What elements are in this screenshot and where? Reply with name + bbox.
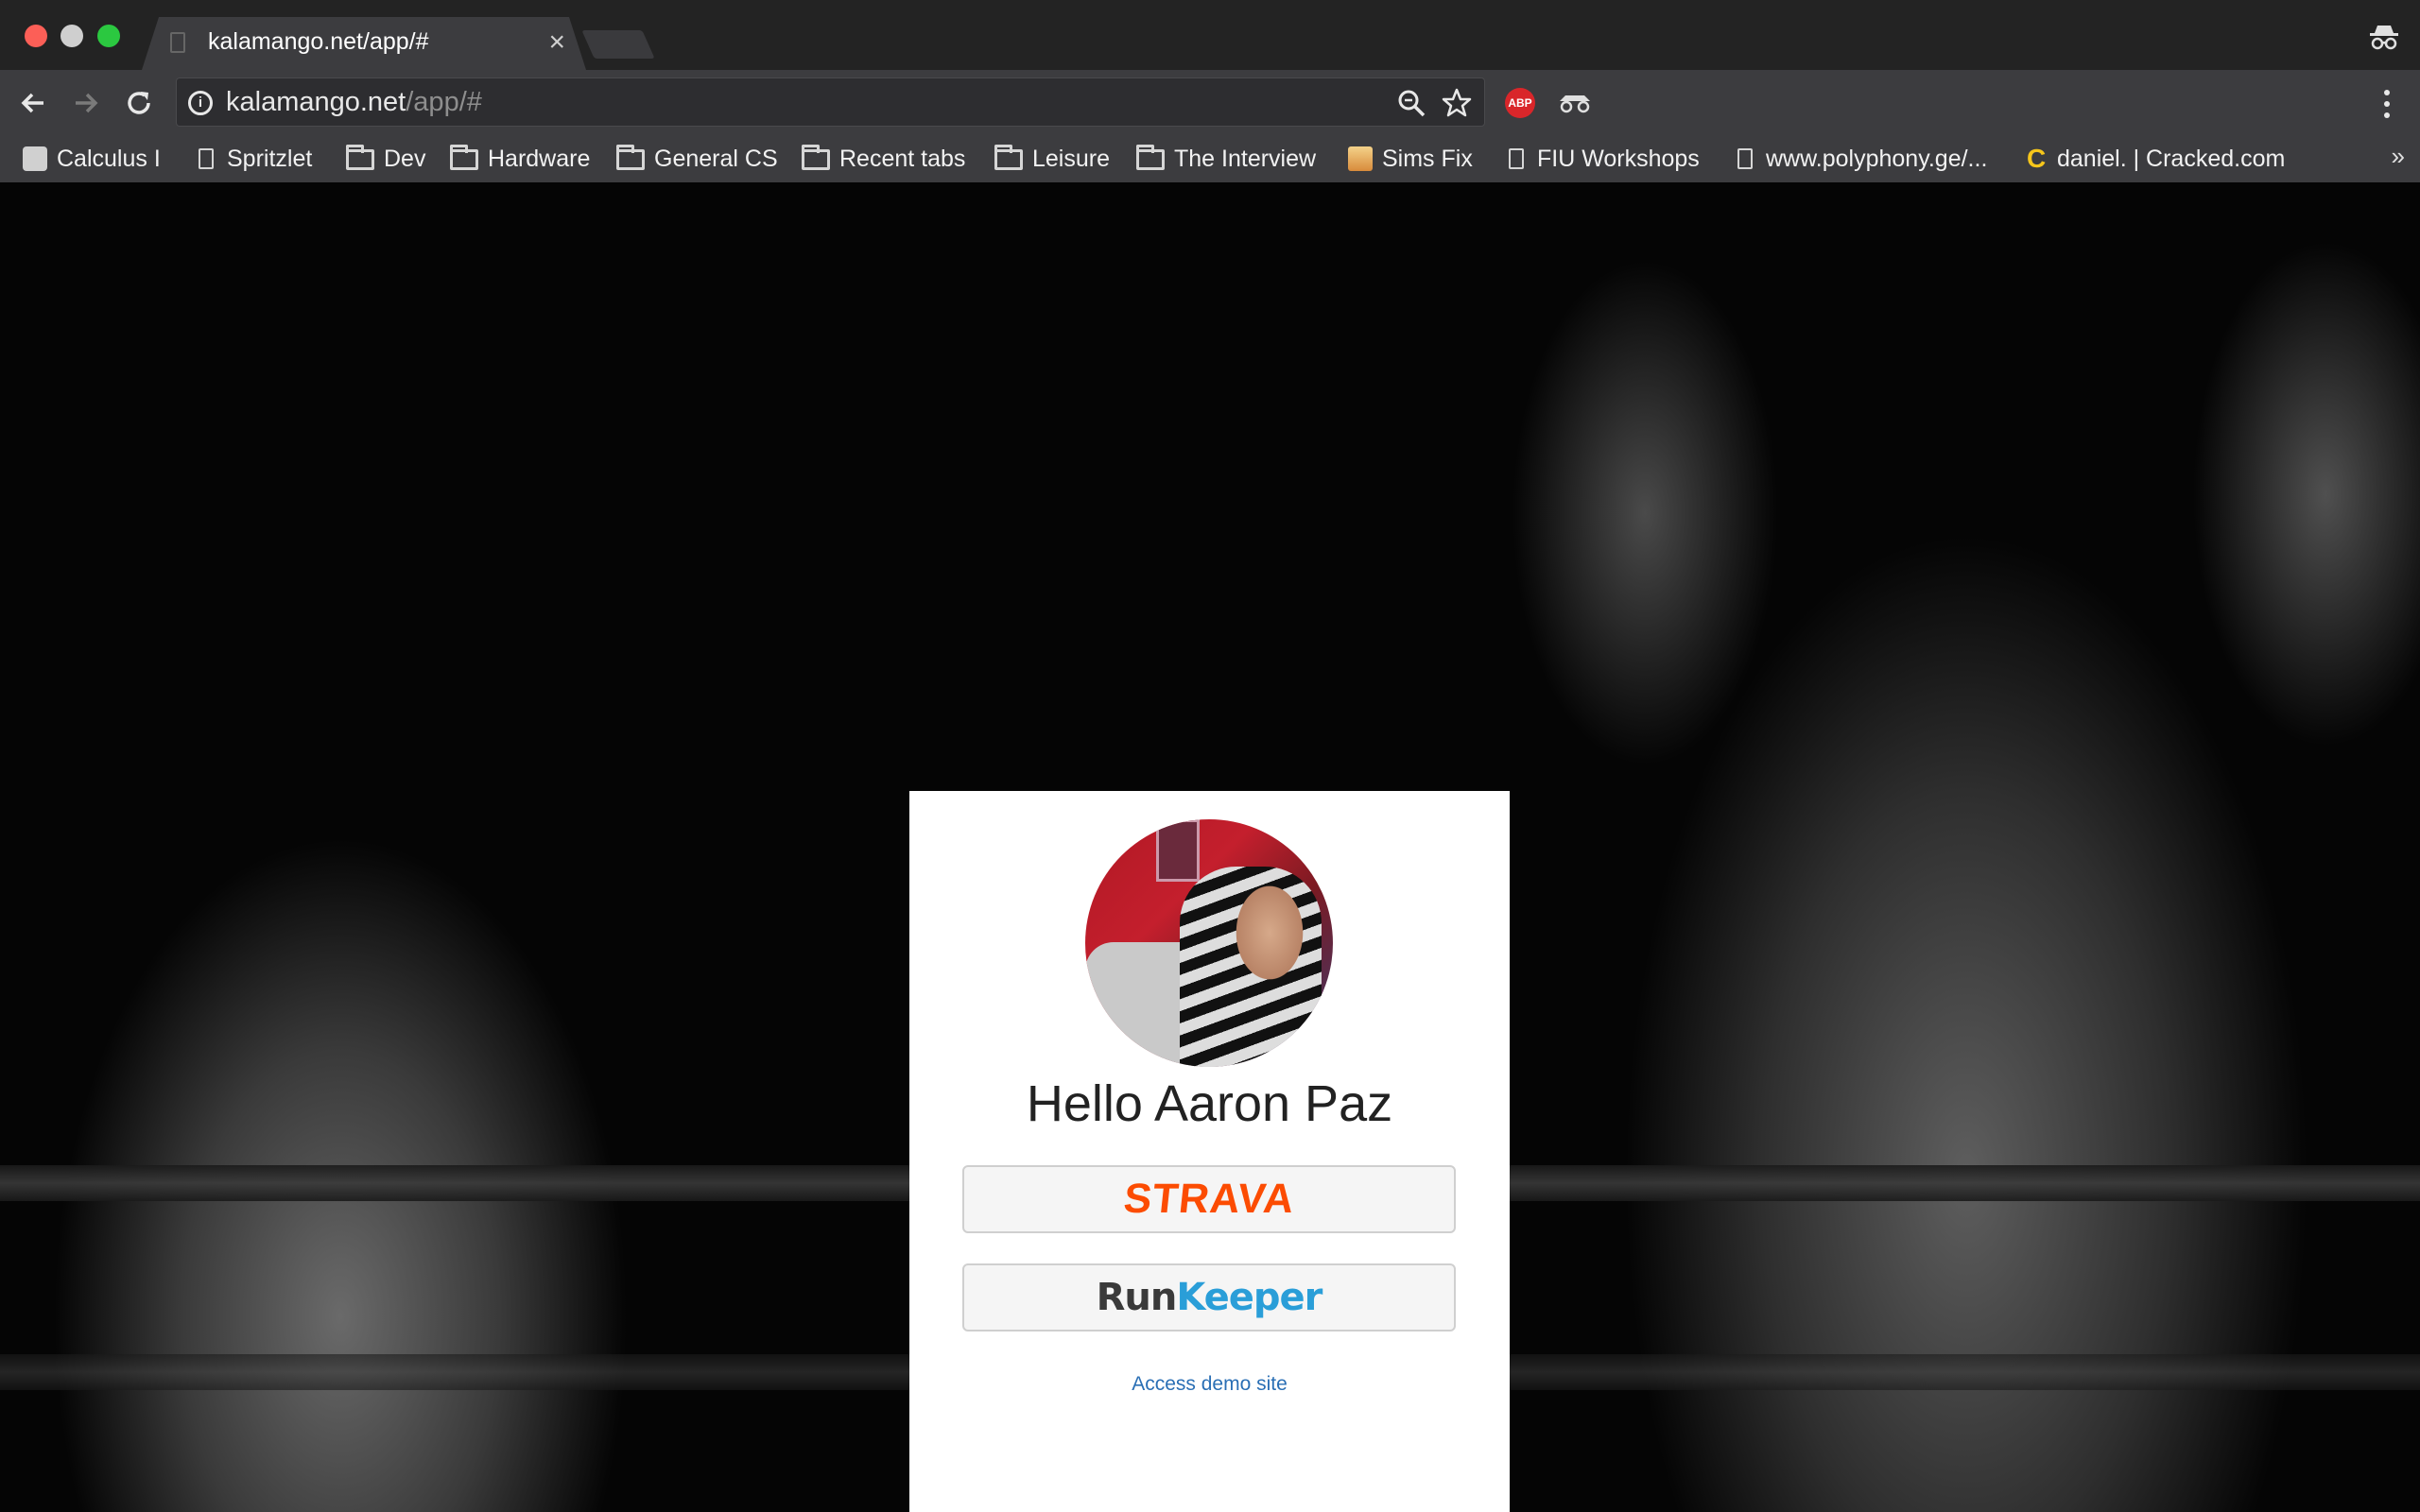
- access-demo-link[interactable]: Access demo site: [909, 1373, 1510, 1396]
- bookmarks-overflow-icon[interactable]: »: [2392, 142, 2405, 171]
- runkeeper-logo: RunKeeper: [1096, 1276, 1323, 1319]
- bookmarks-bar: Calculus I Spritzlet Dev Hardware Genera…: [0, 136, 2420, 182]
- folder-icon: [346, 145, 374, 170]
- tab-active[interactable]: kalamango.net/app/# ×: [142, 17, 586, 70]
- adblock-plus-icon[interactable]: ABP: [1505, 88, 1535, 118]
- reload-icon[interactable]: [121, 85, 157, 121]
- incognito-icon: [2370, 26, 2398, 50]
- bookmark-label: daniel. | Cracked.com: [2057, 145, 2286, 172]
- folder-icon: [802, 145, 830, 170]
- page-content: Hello Aaron Paz STRAVA RunKeeper Access …: [0, 182, 2420, 1512]
- site-info-icon[interactable]: i: [188, 91, 213, 115]
- bookmark-folder-general-cs[interactable]: General CS: [616, 142, 778, 176]
- avatar: [1085, 819, 1333, 1067]
- bookmark-label: General CS: [654, 145, 778, 172]
- sims-icon: [1348, 146, 1373, 171]
- cracked-icon: C: [2027, 144, 2047, 173]
- runkeeper-connect-button[interactable]: RunKeeper: [962, 1263, 1456, 1332]
- window-close-button[interactable]: [25, 25, 47, 47]
- login-card: Hello Aaron Paz STRAVA RunKeeper Access …: [909, 791, 1510, 1512]
- url-path: /app/#: [406, 87, 482, 117]
- page-icon: [1737, 148, 1753, 169]
- address-bar[interactable]: i kalamango.net/app/#: [176, 77, 1485, 127]
- greeting-heading: Hello Aaron Paz: [1026, 1075, 1393, 1132]
- browser-chrome: kalamango.net/app/# × i kalamango.net/ap…: [0, 0, 2420, 182]
- bookmark-label: Dev: [384, 145, 426, 172]
- title-bar: kalamango.net/app/# ×: [0, 0, 2420, 70]
- page-icon: [199, 148, 214, 169]
- url-host: kalamango.net: [226, 87, 406, 117]
- bookmark-folder-leisure[interactable]: Leisure: [994, 142, 1110, 176]
- runkeeper-logo-keeper: Keeper: [1176, 1276, 1322, 1319]
- bookmark-label: www.polyphony.ge/...: [1766, 145, 1988, 172]
- folder-icon: [616, 145, 645, 170]
- bookmark-fiu-workshops[interactable]: FIU Workshops: [1505, 142, 1700, 176]
- bookmark-label: Sims Fix: [1382, 145, 1473, 172]
- forward-arrow-icon[interactable]: [68, 85, 104, 121]
- browser-menu-icon[interactable]: [2380, 85, 2394, 123]
- bookmark-cracked[interactable]: Cdaniel. | Cracked.com: [2027, 142, 2285, 176]
- bookmark-label: Recent tabs: [839, 145, 966, 172]
- bookmark-folder-hardware[interactable]: Hardware: [450, 142, 590, 176]
- bookmark-sims-fix[interactable]: Sims Fix: [1348, 142, 1473, 176]
- zoom-icon[interactable]: [1395, 87, 1427, 119]
- window-maximize-button[interactable]: [97, 25, 120, 47]
- window-minimize-button[interactable]: [60, 25, 83, 47]
- tab-title: kalamango.net/app/#: [208, 28, 429, 55]
- folder-icon: [994, 145, 1023, 170]
- bookmark-label: Leisure: [1032, 145, 1110, 172]
- tab-close-icon[interactable]: ×: [548, 26, 565, 59]
- url-text: kalamango.net/app/#: [226, 87, 482, 118]
- bookmark-label: Hardware: [488, 145, 591, 172]
- strava-logo: STRAVA: [1121, 1176, 1297, 1222]
- bookmark-folder-recent-tabs[interactable]: Recent tabs: [802, 142, 965, 176]
- bookmark-folder-the-interview[interactable]: The Interview: [1136, 142, 1316, 176]
- bookmark-polyphony[interactable]: www.polyphony.ge/...: [1734, 142, 1987, 176]
- bookmark-label: The Interview: [1174, 145, 1317, 172]
- apple-icon: [23, 146, 47, 171]
- new-tab-button[interactable]: [581, 30, 655, 59]
- strava-connect-button[interactable]: STRAVA: [962, 1165, 1456, 1233]
- bookmark-label: Spritzlet: [227, 145, 313, 172]
- bookmark-spritzlet[interactable]: Spritzlet: [195, 142, 312, 176]
- folder-icon: [1136, 145, 1165, 170]
- page-favicon-icon: [170, 32, 185, 53]
- folder-icon: [450, 145, 478, 170]
- page-icon: [1509, 148, 1524, 169]
- bookmark-calculus[interactable]: Calculus I: [23, 142, 161, 176]
- bookmark-label: FIU Workshops: [1537, 145, 1700, 172]
- extension-glasses-icon[interactable]: [1556, 92, 1594, 114]
- bookmark-folder-dev[interactable]: Dev: [346, 142, 425, 176]
- back-arrow-icon[interactable]: [15, 85, 51, 121]
- bookmark-label: Calculus I: [57, 145, 161, 172]
- runkeeper-logo-run: Run: [1096, 1276, 1178, 1319]
- bookmark-star-icon[interactable]: [1441, 87, 1473, 119]
